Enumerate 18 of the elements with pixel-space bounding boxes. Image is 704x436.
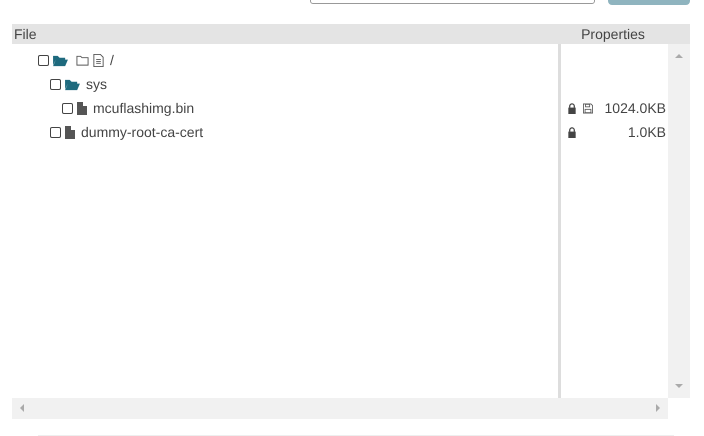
vertical-scrollbar[interactable] [668,44,690,398]
file-icon [77,102,87,114]
checkbox[interactable] [50,126,61,138]
tree-item-label[interactable]: / [110,52,114,68]
column-header: Properties [580,26,646,42]
file-size: 1024.0KB [604,100,667,116]
new-file-icon[interactable] [93,54,104,66]
checkbox[interactable] [62,102,73,114]
file-size: 1.0KB [628,124,667,140]
horizontal-scrollbar[interactable] [12,398,668,419]
tree-item-label[interactable]: mcuflashimg.bin [93,100,194,116]
tree-item-label[interactable]: dummy-root-ca-cert [81,124,204,140]
checkbox[interactable] [38,54,49,66]
new-folder-icon[interactable] [76,54,89,66]
tree-item-label[interactable]: sys [86,76,107,92]
file-icon [65,126,75,138]
column-header: File [13,26,38,42]
checkbox[interactable] [50,78,61,90]
